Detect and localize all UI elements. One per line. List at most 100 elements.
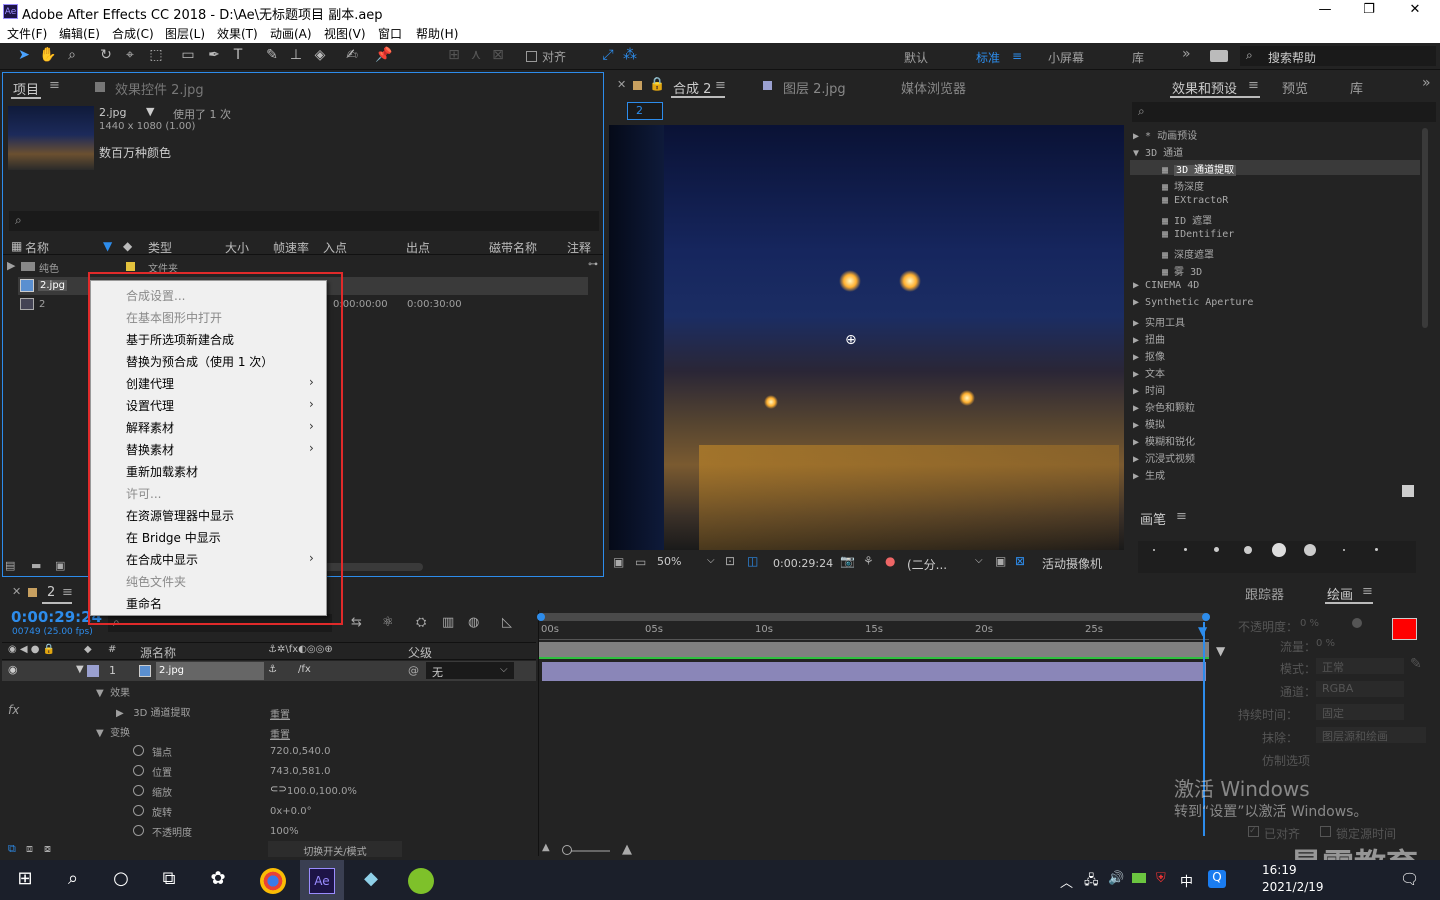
close-tab-icon[interactable]: ✕: [617, 78, 626, 91]
maximize-icon[interactable]: ❐: [1358, 2, 1380, 20]
network-icon[interactable]: 🖧: [1084, 871, 1099, 893]
notes-app-icon[interactable]: ◆: [358, 868, 384, 894]
stopwatch-icon[interactable]: [133, 805, 144, 816]
expand-arrow-icon[interactable]: ▶: [7, 259, 15, 272]
puppet-tool-icon[interactable]: 📌: [374, 47, 394, 65]
comp-viewer[interactable]: ⊕: [609, 125, 1124, 550]
search-help-field[interactable]: ⌕ 搜索帮助: [1240, 46, 1436, 66]
brush-preset[interactable]: [1375, 548, 1378, 551]
tree-item-time[interactable]: ▶ 时间: [1133, 382, 1165, 397]
chrome-icon[interactable]: [260, 868, 286, 894]
brush-preset[interactable]: [1244, 546, 1252, 554]
workspace-menu-icon[interactable]: ≡: [1012, 49, 1022, 63]
brush-tip-icon[interactable]: [1352, 618, 1362, 628]
zoom-out-icon[interactable]: ▲: [542, 842, 550, 853]
tree-item-fog-3d[interactable]: ▦ 雾 3D: [1162, 263, 1202, 278]
brush-preset[interactable]: [1184, 548, 1187, 551]
after-effects-taskbar-icon[interactable]: Ae: [309, 868, 335, 894]
comp-mini-flowchart-icon[interactable]: ⇆: [351, 615, 362, 630]
panel-menu-icon[interactable]: ≡: [49, 78, 60, 93]
windows-start-icon[interactable]: ⊞: [12, 868, 38, 894]
region-of-interest-icon[interactable]: ⊡: [725, 554, 735, 568]
tab-layer[interactable]: 图层 2.jpg: [783, 78, 846, 97]
brush-preset[interactable]: [1153, 549, 1155, 551]
layer-row[interactable]: ◉ ▼ 1 2.jpg ⚓ /fx @ 无 ⌵: [2, 661, 536, 681]
menu-view[interactable]: 视图(V): [324, 25, 366, 42]
tree-item-blur-sharpen[interactable]: ▶ 模糊和锐化: [1133, 433, 1195, 448]
eyedropper-icon[interactable]: ✎: [1410, 656, 1422, 672]
stopwatch-icon[interactable]: [133, 745, 144, 756]
frame-blending-icon[interactable]: ▥: [442, 615, 454, 630]
zoom-in-icon[interactable]: ▲: [622, 842, 632, 857]
paint-opacity-value[interactable]: 0 %: [1300, 618, 1319, 629]
collapse-switch-icon[interactable]: ⚓: [268, 664, 277, 675]
color-channel-icon[interactable]: ●: [885, 554, 895, 568]
clock-date[interactable]: 2021/2/19: [1262, 880, 1324, 894]
more-panels-icon[interactable]: »: [1422, 75, 1431, 91]
col-source-name[interactable]: 源名称: [140, 644, 176, 661]
tab-library[interactable]: 库: [1350, 78, 1363, 97]
active-camera-select[interactable]: 活动摄像机: [1042, 555, 1102, 572]
pen-tool-icon[interactable]: ✒: [204, 47, 224, 65]
tree-item-depth-of-field[interactable]: ▦ 场深度: [1162, 178, 1204, 193]
tree-item-animation-presets[interactable]: ▶ * 动画预设: [1133, 127, 1197, 142]
qq-tray-icon[interactable]: Q: [1208, 870, 1226, 888]
prop-rotation-value[interactable]: 0x+0.0°: [270, 806, 312, 817]
col-parent[interactable]: 父级: [408, 644, 432, 661]
pinwheel-app-icon[interactable]: ✿: [205, 868, 231, 894]
time-ruler[interactable]: 00s 05s 10s 15s 20s 25s: [539, 622, 1209, 640]
rectangle-tool-icon[interactable]: ▭: [178, 47, 198, 65]
constrain-proportions-icon[interactable]: ⊂⊃: [270, 784, 287, 795]
work-area-start-handle[interactable]: [537, 613, 545, 621]
draft-3d-icon[interactable]: ⚛: [382, 615, 394, 630]
menu-effect[interactable]: 效果(T): [217, 25, 258, 42]
brush-preset[interactable]: [1272, 543, 1286, 557]
paint-duration-select[interactable]: 固定: [1316, 704, 1404, 720]
tab-media-browser[interactable]: 媒体浏览器: [901, 78, 966, 97]
col-in[interactable]: 入点: [323, 239, 347, 256]
graph-editor-icon[interactable]: ◺: [502, 615, 512, 630]
resolution-select[interactable]: (二分...: [907, 556, 947, 573]
menu-help[interactable]: 帮助(H): [416, 25, 458, 42]
zoom-tool-icon[interactable]: ⌕: [62, 47, 82, 65]
sort-down-icon[interactable]: ▼: [103, 239, 112, 253]
brush-tool-icon[interactable]: ✎: [262, 47, 282, 65]
panel-menu-icon[interactable]: ≡: [1176, 509, 1187, 524]
col-type[interactable]: 类型: [148, 239, 172, 256]
cortana-icon[interactable]: ○: [108, 868, 134, 894]
menu-composition[interactable]: 合成(C): [112, 25, 154, 42]
snap-options-icon[interactable]: ⁂: [620, 47, 640, 65]
tree-item-id-matte[interactable]: ▦ ID 遮罩: [1162, 212, 1212, 227]
project-search-input[interactable]: ⌕: [9, 211, 599, 231]
effects-switch-icon[interactable]: /fx: [298, 664, 311, 675]
toggle-grid-icon[interactable]: ⊠: [1015, 554, 1025, 568]
layer-collapse-icon[interactable]: ▼: [76, 664, 84, 675]
effects-group[interactable]: ▼ 效果: [96, 684, 130, 699]
tree-item-text[interactable]: ▶ 文本: [1133, 365, 1165, 380]
lock-icon[interactable]: 🔒: [649, 77, 665, 92]
col-out[interactable]: 出点: [406, 239, 430, 256]
new-composition-icon[interactable]: ▣: [55, 559, 75, 573]
workspace-library[interactable]: 库: [1132, 49, 1144, 66]
comp-marker-bin-icon[interactable]: ▼: [1216, 644, 1225, 658]
comp-chip[interactable]: 2: [627, 102, 663, 120]
close-icon[interactable]: ✕: [1404, 2, 1426, 20]
panel-menu-icon[interactable]: ≡: [62, 585, 73, 600]
monitor-icon[interactable]: ▭: [635, 555, 646, 569]
show-hidden-icons-icon[interactable]: ︿: [1060, 872, 1073, 891]
zoom-dropdown-icon[interactable]: ⌵: [707, 555, 715, 566]
panel-menu-icon[interactable]: ≡: [1248, 78, 1259, 93]
menu-animation[interactable]: 动画(A): [270, 25, 312, 42]
snap-icon[interactable]: ⤢: [598, 47, 618, 65]
current-time-head-icon[interactable]: ▼: [1198, 624, 1210, 638]
project-row-name[interactable]: 2: [39, 299, 45, 310]
effect-row[interactable]: ▶ 3D 通道提取: [116, 704, 190, 719]
search-icon[interactable]: ⌕: [60, 868, 86, 894]
menu-layer[interactable]: 图层(L): [165, 25, 205, 42]
menu-file[interactable]: 文件(F): [7, 25, 47, 42]
viewer-timecode[interactable]: 0:00:29:24: [773, 557, 833, 570]
transform-reset-link[interactable]: 重置: [270, 726, 290, 741]
tree-item-immersive-video[interactable]: ▶ 沉浸式视频: [1133, 450, 1195, 465]
label-column-icon[interactable]: ▦: [11, 239, 22, 253]
tree-item-simulation[interactable]: ▶ 模拟: [1133, 416, 1165, 431]
